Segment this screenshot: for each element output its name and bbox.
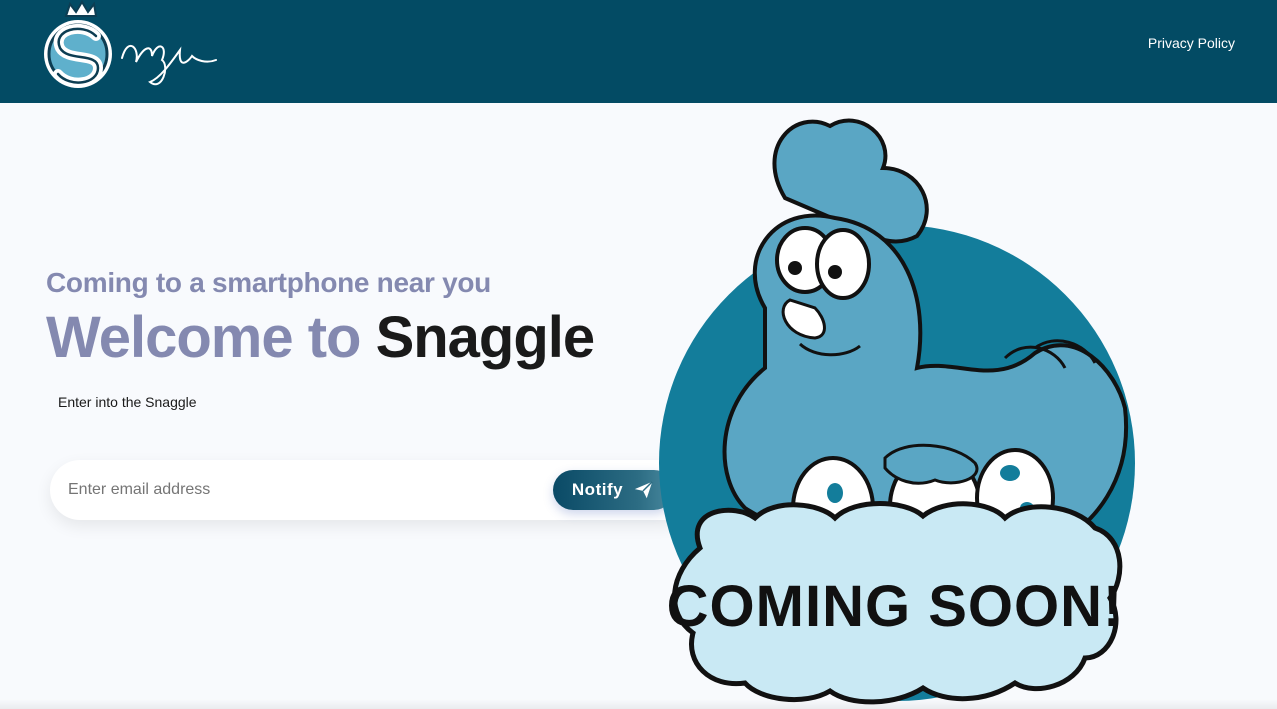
- paper-plane-icon: [634, 481, 653, 499]
- bottom-fade: [0, 699, 1277, 709]
- email-input[interactable]: [68, 473, 538, 507]
- notify-form: Notify: [50, 460, 694, 520]
- hero-tagline: Enter into the Snaggle: [58, 394, 197, 410]
- snaggle-logo[interactable]: [40, 0, 230, 100]
- chicken-illustration: COMING SOON!: [659, 118, 1135, 705]
- hero-title-prefix: Welcome to: [46, 305, 376, 370]
- notify-button-label: Notify: [571, 480, 624, 499]
- hero-subtitle: Coming to a smartphone near you: [46, 267, 491, 298]
- hero-title: Welcome to Snaggle: [46, 304, 596, 371]
- coming-soon-text: COMING SOON!: [667, 574, 1124, 639]
- site-header: Privacy Policy: [0, 0, 1277, 103]
- hero-title-brand: Snaggle: [375, 305, 596, 370]
- logo-image: [44, 0, 217, 88]
- privacy-policy-link[interactable]: Privacy Policy: [1148, 35, 1235, 51]
- coming-soon-illustration: COMING SOON!: [655, 108, 1145, 709]
